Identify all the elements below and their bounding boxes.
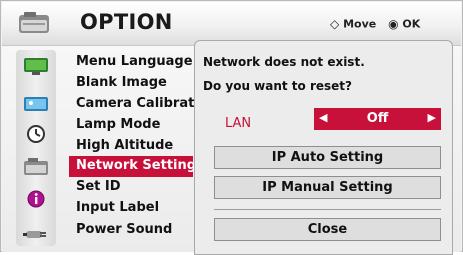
plug-icon xyxy=(23,231,46,238)
menu-item-blank-image[interactable]: Blank Image xyxy=(76,75,167,90)
menu-item-high-altitude[interactable]: High Altitude xyxy=(76,138,173,153)
dialog-divider xyxy=(214,209,441,210)
picture-icon xyxy=(24,97,48,111)
menu-item-input-label[interactable]: Input Label xyxy=(76,200,159,215)
arrow-right-icon[interactable]: ▶ xyxy=(428,111,436,124)
ok-hint-label: OK xyxy=(402,17,421,31)
move-icon: ◇ xyxy=(330,17,340,31)
menu-item-network-setting[interactable]: Network Setting xyxy=(76,158,196,173)
monitor-icon xyxy=(24,58,48,75)
ip-manual-setting-button[interactable]: IP Manual Setting xyxy=(214,176,441,199)
page-title: OPTION xyxy=(80,10,173,34)
lan-label: LAN xyxy=(225,116,252,131)
lan-selector[interactable]: ◀ Off ▶ xyxy=(314,108,441,130)
menu-item-power-sound[interactable]: Power Sound xyxy=(76,222,172,237)
lan-value: Off xyxy=(366,111,389,126)
info-icon xyxy=(27,190,45,208)
option-window: OPTION ◇ Move ◉ OK Menu Language Blank I… xyxy=(0,0,463,255)
clock-icon xyxy=(27,125,45,143)
menu-item-lamp-mode[interactable]: Lamp Mode xyxy=(76,117,160,132)
menu-item-menu-language[interactable]: Menu Language xyxy=(76,54,193,69)
nav-hint: ◇ Move ◉ OK xyxy=(330,17,420,31)
menu-icon-column xyxy=(16,50,56,246)
menu-item-set-id[interactable]: Set ID xyxy=(76,179,121,194)
network-dialog: Network does not exist. Do you want to r… xyxy=(194,40,453,255)
ok-icon: ◉ xyxy=(388,17,399,31)
move-hint-label: Move xyxy=(343,17,377,31)
dialog-message-line1: Network does not exist. xyxy=(203,55,365,69)
option-icon xyxy=(24,158,48,175)
dialog-message-line2: Do you want to reset? xyxy=(203,79,353,93)
close-button[interactable]: Close xyxy=(214,218,441,241)
ip-auto-setting-button[interactable]: IP Auto Setting xyxy=(214,146,441,169)
option-icon xyxy=(19,12,49,33)
